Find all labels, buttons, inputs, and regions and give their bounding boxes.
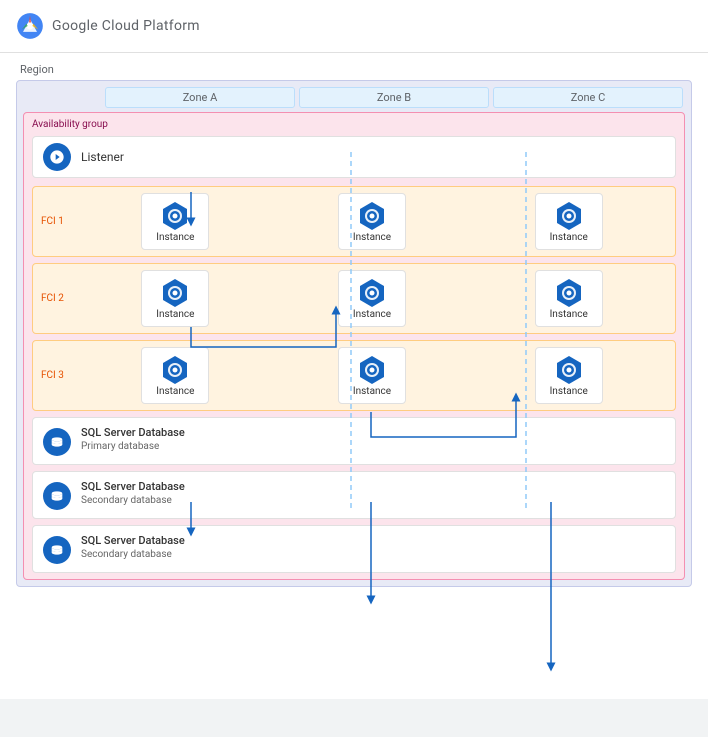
- db-icon-secondary-2: [43, 536, 71, 564]
- google-cloud-logo: [16, 12, 44, 40]
- instance-label: Instance: [550, 386, 588, 397]
- instance-box: Instance: [338, 347, 406, 404]
- fci-2-zone-c: Instance: [470, 270, 667, 327]
- zone-c-header: Zone C: [493, 87, 683, 108]
- instance-hex-icon: [356, 354, 388, 386]
- fci-2-instances: Instance: [77, 270, 667, 327]
- listener-icon: [43, 143, 71, 171]
- instance-label: Instance: [156, 386, 194, 397]
- instance-hex-icon: [159, 200, 191, 232]
- header-title: Google Cloud Platform: [52, 18, 200, 34]
- instance-box: Instance: [141, 347, 209, 404]
- db-text-secondary-2: SQL Server Database Secondary database: [81, 534, 185, 560]
- instance-hex-icon: [159, 354, 191, 386]
- zone-a-header: Zone A: [105, 87, 295, 108]
- instance-box: Instance: [338, 193, 406, 250]
- instance-box: Instance: [535, 347, 603, 404]
- db-text-primary: SQL Server Database Primary database: [81, 426, 185, 452]
- listener-row: Listener: [32, 136, 676, 178]
- db-title: SQL Server Database: [81, 534, 185, 547]
- db-row-primary: SQL Server Database Primary database: [32, 417, 676, 465]
- instance-label: Instance: [353, 386, 391, 397]
- instance-label: Instance: [353, 232, 391, 243]
- fci-1-instances: Instance: [77, 193, 667, 250]
- db-title: SQL Server Database: [81, 480, 185, 493]
- instance-label: Instance: [550, 309, 588, 320]
- fci-3-zone-a: Instance: [77, 347, 274, 404]
- instance-hex-icon: [553, 354, 585, 386]
- availability-group: Availability group Listener FCI 1: [23, 112, 685, 580]
- fci-3-label: FCI 3: [41, 370, 77, 381]
- fci-rows: FCI 1 Instance: [32, 186, 676, 411]
- fci-3-instances: Instance: [77, 347, 667, 404]
- instance-label: Instance: [156, 309, 194, 320]
- instance-box: Instance: [141, 193, 209, 250]
- listener-label: Listener: [81, 150, 124, 164]
- fci-row-2: FCI 2 Instance: [32, 263, 676, 334]
- region-label: Region: [16, 63, 692, 76]
- db-title: SQL Server Database: [81, 426, 185, 439]
- instance-hex-icon: [553, 277, 585, 309]
- instance-box: Instance: [338, 270, 406, 327]
- region-box: Zone A Zone B Zone C Availability group: [16, 80, 692, 587]
- fci-2-zone-a: Instance: [77, 270, 274, 327]
- instance-label: Instance: [550, 232, 588, 243]
- fci-2-label: FCI 2: [41, 293, 77, 304]
- db-row-secondary-1: SQL Server Database Secondary database: [32, 471, 676, 519]
- fci-1-label: FCI 1: [41, 216, 77, 227]
- instance-hex-icon: [553, 200, 585, 232]
- fci-row-3: FCI 3 Instance: [32, 340, 676, 411]
- fci-1-zone-c: Instance: [470, 193, 667, 250]
- availability-group-label: Availability group: [32, 119, 676, 130]
- instance-box: Instance: [535, 270, 603, 327]
- fci-row-1: FCI 1 Instance: [32, 186, 676, 257]
- instance-box: Instance: [141, 270, 209, 327]
- db-text-secondary-1: SQL Server Database Secondary database: [81, 480, 185, 506]
- db-subtitle-primary: Primary database: [81, 441, 185, 452]
- fci-1-zone-b: Instance: [274, 193, 471, 250]
- instance-label: Instance: [353, 309, 391, 320]
- fci-3-zone-c: Instance: [470, 347, 667, 404]
- db-icon-primary: [43, 428, 71, 456]
- db-row-secondary-2: SQL Server Database Secondary database: [32, 525, 676, 573]
- database-rows: SQL Server Database Primary database: [32, 417, 676, 573]
- main-container: Google Cloud Platform Region Zone A Zone…: [0, 0, 708, 699]
- db-icon-secondary-1: [43, 482, 71, 510]
- zone-b-header: Zone B: [299, 87, 489, 108]
- db-subtitle-secondary-2: Secondary database: [81, 549, 185, 560]
- fci-3-zone-b: Instance: [274, 347, 471, 404]
- diagram-area: Region Zone A Zone B Zone C Availability…: [0, 53, 708, 597]
- instance-box: Instance: [535, 193, 603, 250]
- instance-hex-icon: [356, 277, 388, 309]
- header: Google Cloud Platform: [0, 0, 708, 53]
- instance-hex-icon: [159, 277, 191, 309]
- instance-label: Instance: [156, 232, 194, 243]
- fci-1-zone-a: Instance: [77, 193, 274, 250]
- db-subtitle-secondary-1: Secondary database: [81, 495, 185, 506]
- zone-headers: Zone A Zone B Zone C: [23, 87, 685, 108]
- instance-hex-icon: [356, 200, 388, 232]
- fci-2-zone-b: Instance: [274, 270, 471, 327]
